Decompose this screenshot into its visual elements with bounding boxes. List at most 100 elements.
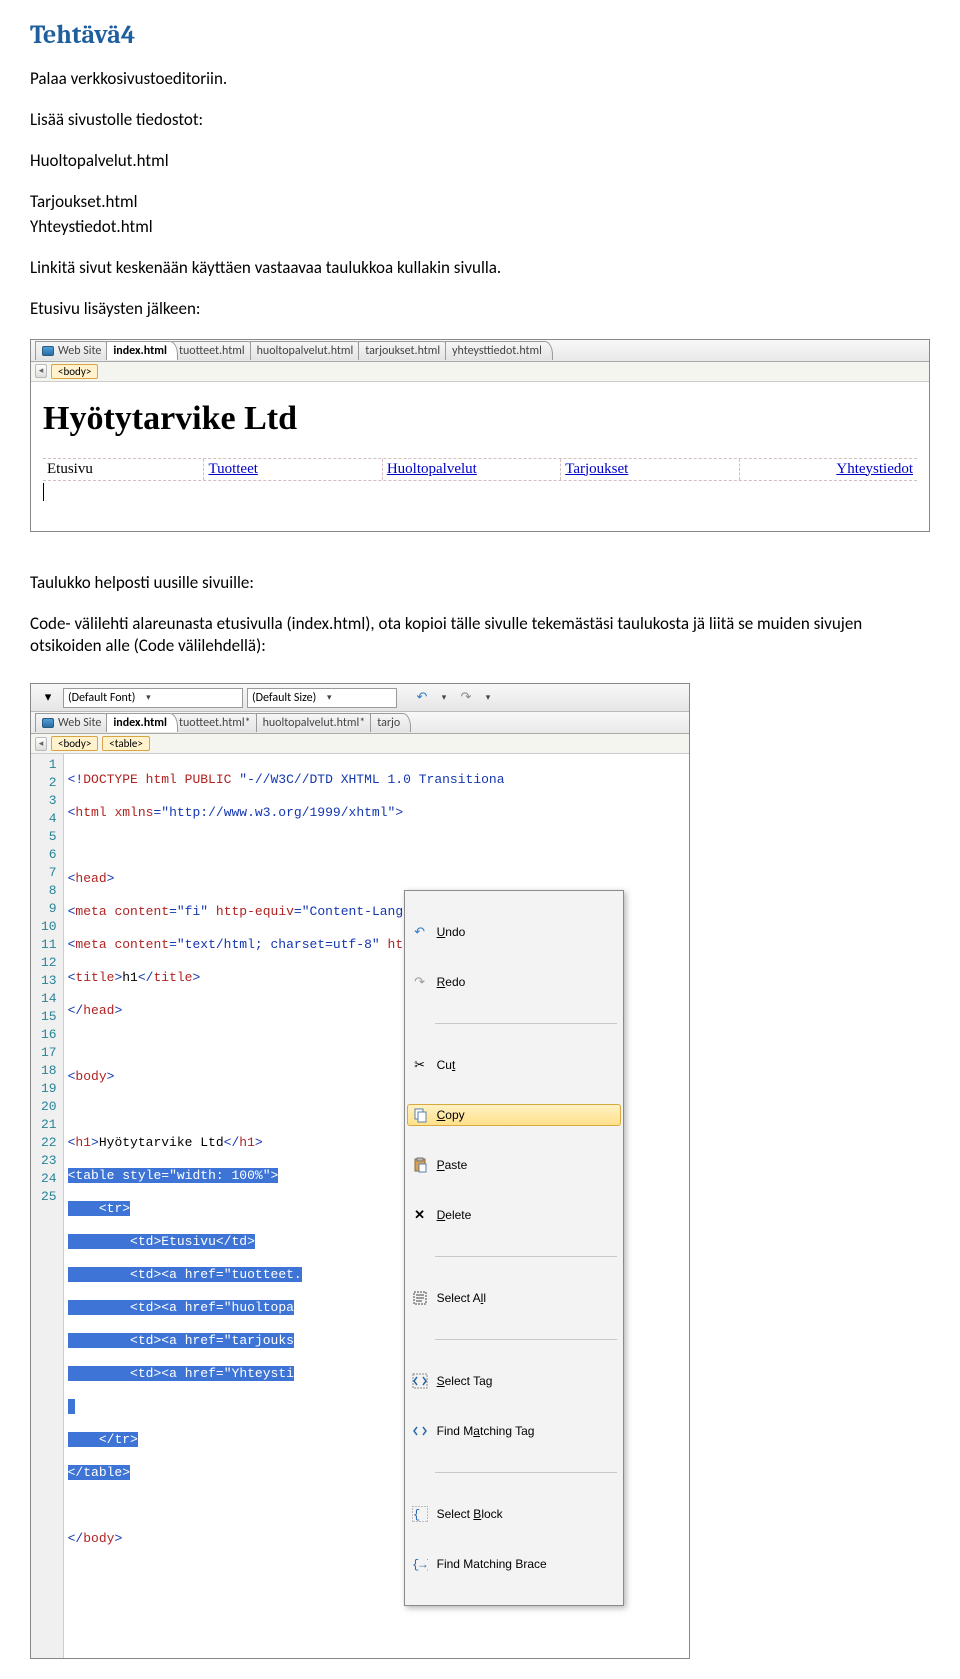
ctx-label: ndo <box>445 925 465 939</box>
nav-link-tarjoukset[interactable]: Tarjoukset <box>565 461 628 477</box>
chevron-down-icon: ▾ <box>141 692 155 703</box>
select-tag-icon <box>411 1373 429 1389</box>
dropdown-arrow[interactable]: ▾ <box>37 688 59 708</box>
tab-website[interactable]: Web Site <box>35 341 112 360</box>
formatting-toolbar: ▾ (Default Font) ▾ (Default Size) ▾ ↶ ▾ … <box>31 684 689 712</box>
tab-index[interactable]: index.html <box>106 341 178 360</box>
nav-link-huolto[interactable]: Huoltopalvelut <box>387 461 477 477</box>
font-combo-value: (Default Font) <box>68 691 135 705</box>
size-combo-value: (Default Size) <box>252 691 316 705</box>
ctx-label: Find Matching Tag <box>437 1424 535 1438</box>
file-2: Tarjoukset.html <box>30 191 930 214</box>
ctx-label: opy <box>445 1108 464 1122</box>
ctx-select-all[interactable]: Select All <box>407 1287 621 1309</box>
paste-icon <box>411 1157 429 1173</box>
ctx-label: Find Matching Brace <box>437 1557 547 1571</box>
ctx-cut[interactable]: ✂ Cut <box>407 1054 621 1076</box>
tab-label: tuotteet.html* <box>179 716 251 730</box>
tab-tuotteet-2[interactable]: tuotteet.html* <box>172 713 262 732</box>
ctx-select-block[interactable]: { } Select Block <box>407 1503 621 1525</box>
intro-p3: Linkitä sivut keskenään käyttäen vastaav… <box>30 257 930 280</box>
tab-index-2[interactable]: index.html <box>106 713 178 732</box>
ctx-label: Select Block <box>437 1507 503 1521</box>
tab-label: huoltopalvelut.html <box>257 344 354 358</box>
tab-tarjo-2[interactable]: tarjo <box>370 713 411 732</box>
ctx-redo[interactable]: ↷ Redo <box>407 971 621 993</box>
ctx-copy[interactable]: Copy <box>407 1104 621 1126</box>
ctx-label: edo <box>445 975 465 989</box>
tab-label: index.html <box>113 344 167 358</box>
ctx-label: Select All <box>437 1291 486 1305</box>
context-menu: ↶ Undo ↷ Redo ✂ Cut Copy <box>404 890 624 1606</box>
tab-label: Web Site <box>58 344 101 358</box>
ctx-undo[interactable]: ↶ Undo <box>407 921 621 943</box>
matching-brace-icon: {→} <box>411 1556 429 1572</box>
copy-icon <box>411 1107 429 1123</box>
code-lines: <!DOCTYPE html PUBLIC "-//W3C//DTD XHTML… <box>64 754 505 1658</box>
breadcrumb-nav-button[interactable]: ◂ <box>35 737 47 751</box>
breadcrumb-bar-2: ◂ <body> <table> <box>31 734 689 754</box>
nav-link-tuotteet[interactable]: Tuotteet <box>208 461 257 477</box>
tab-tarjoukset[interactable]: tarjoukset.html <box>358 341 451 360</box>
website-icon <box>42 346 54 356</box>
breadcrumb-bar: ◂ <body> <box>31 362 929 382</box>
website-icon <box>42 718 54 728</box>
design-surface[interactable]: Hyötytarvike Ltd Etusivu Tuotteet Huolto… <box>31 382 929 531</box>
ctx-find-matching-tag[interactable]: Find Matching Tag <box>407 1420 621 1442</box>
ctx-delete[interactable]: ✕ Delete <box>407 1204 621 1226</box>
tab-bar: Web Site index.html tuotteet.html huolto… <box>31 340 929 362</box>
ctx-separator <box>435 1472 617 1473</box>
tab-tuotteet[interactable]: tuotteet.html <box>172 341 256 360</box>
undo-dropdown[interactable]: ▾ <box>437 692 451 703</box>
redo-button[interactable]: ↷ <box>455 688 477 708</box>
tab-label: yhteysttiedot.html <box>452 344 542 358</box>
svg-text:{→}: {→} <box>412 1558 428 1572</box>
mid-p2: Code- välilehti alareunasta etusivulla (… <box>30 613 930 659</box>
tab-label: Web Site <box>58 716 101 730</box>
tab-label: tarjo <box>377 716 400 730</box>
tab-website-2[interactable]: Web Site <box>35 713 112 732</box>
redo-icon: ↷ <box>411 974 429 990</box>
tab-label: index.html <box>113 716 167 730</box>
matching-tag-icon <box>411 1423 429 1439</box>
font-combo[interactable]: (Default Font) ▾ <box>63 688 243 708</box>
mid-p1: Taulukko helposti uusille sivuille: <box>30 572 930 595</box>
delete-icon: ✕ <box>411 1207 429 1223</box>
file-1: Huoltopalvelut.html <box>30 150 930 173</box>
breadcrumb-table[interactable]: <table> <box>102 736 150 751</box>
select-all-icon <box>411 1290 429 1306</box>
intro-p4: Etusivu lisäysten jälkeen: <box>30 298 930 321</box>
intro-p1: Palaa verkkosivustoeditoriin. <box>30 68 930 91</box>
tab-bar-2: Web Site index.html tuotteet.html* huolt… <box>31 712 689 734</box>
breadcrumb-nav-button[interactable]: ◂ <box>35 364 47 378</box>
ctx-select-tag[interactable]: Select Tag <box>407 1370 621 1392</box>
undo-button[interactable]: ↶ <box>411 688 433 708</box>
ctx-label: elete <box>445 1208 471 1222</box>
chevron-down-icon: ▾ <box>322 692 336 703</box>
undo-icon: ↶ <box>411 924 429 940</box>
tab-huolto[interactable]: huoltopalvelut.html <box>250 341 365 360</box>
design-view-screenshot: Web Site index.html tuotteet.html huolto… <box>30 339 930 532</box>
size-combo[interactable]: (Default Size) ▾ <box>247 688 397 708</box>
breadcrumb-body-2[interactable]: <body> <box>51 736 98 751</box>
ctx-label: elect Tag <box>445 1374 493 1388</box>
tab-yhteys[interactable]: yhteysttiedot.html <box>445 341 553 360</box>
intro-p2: Lisää sivustolle tiedostot: <box>30 109 930 132</box>
tab-label: tuotteet.html <box>179 344 245 358</box>
nav-link-yhteys[interactable]: Yhteystiedot <box>836 461 913 477</box>
ctx-paste[interactable]: Paste <box>407 1154 621 1176</box>
breadcrumb-body[interactable]: <body> <box>51 364 98 379</box>
line-gutter: 12345678 910111213141516 171819202122232… <box>31 754 64 1658</box>
file-3: Yhteystiedot.html <box>30 216 930 239</box>
redo-dropdown[interactable]: ▾ <box>481 692 495 703</box>
nav-cell-etusivu: Etusivu <box>43 459 204 480</box>
nav-table: Etusivu Tuotteet Huoltopalvelut Tarjouks… <box>43 458 917 481</box>
ctx-separator <box>435 1256 617 1257</box>
code-editor[interactable]: 12345678 910111213141516 171819202122232… <box>31 754 689 1658</box>
ctx-separator <box>435 1023 617 1024</box>
page-title: Tehtävä4 <box>30 20 930 50</box>
scissors-icon: ✂ <box>411 1057 429 1073</box>
code-view-screenshot: ▾ (Default Font) ▾ (Default Size) ▾ ↶ ▾ … <box>30 683 690 1659</box>
ctx-find-matching-brace[interactable]: {→} Find Matching Brace <box>407 1553 621 1575</box>
tab-huolto-2[interactable]: huoltopalvelut.html* <box>256 713 377 732</box>
